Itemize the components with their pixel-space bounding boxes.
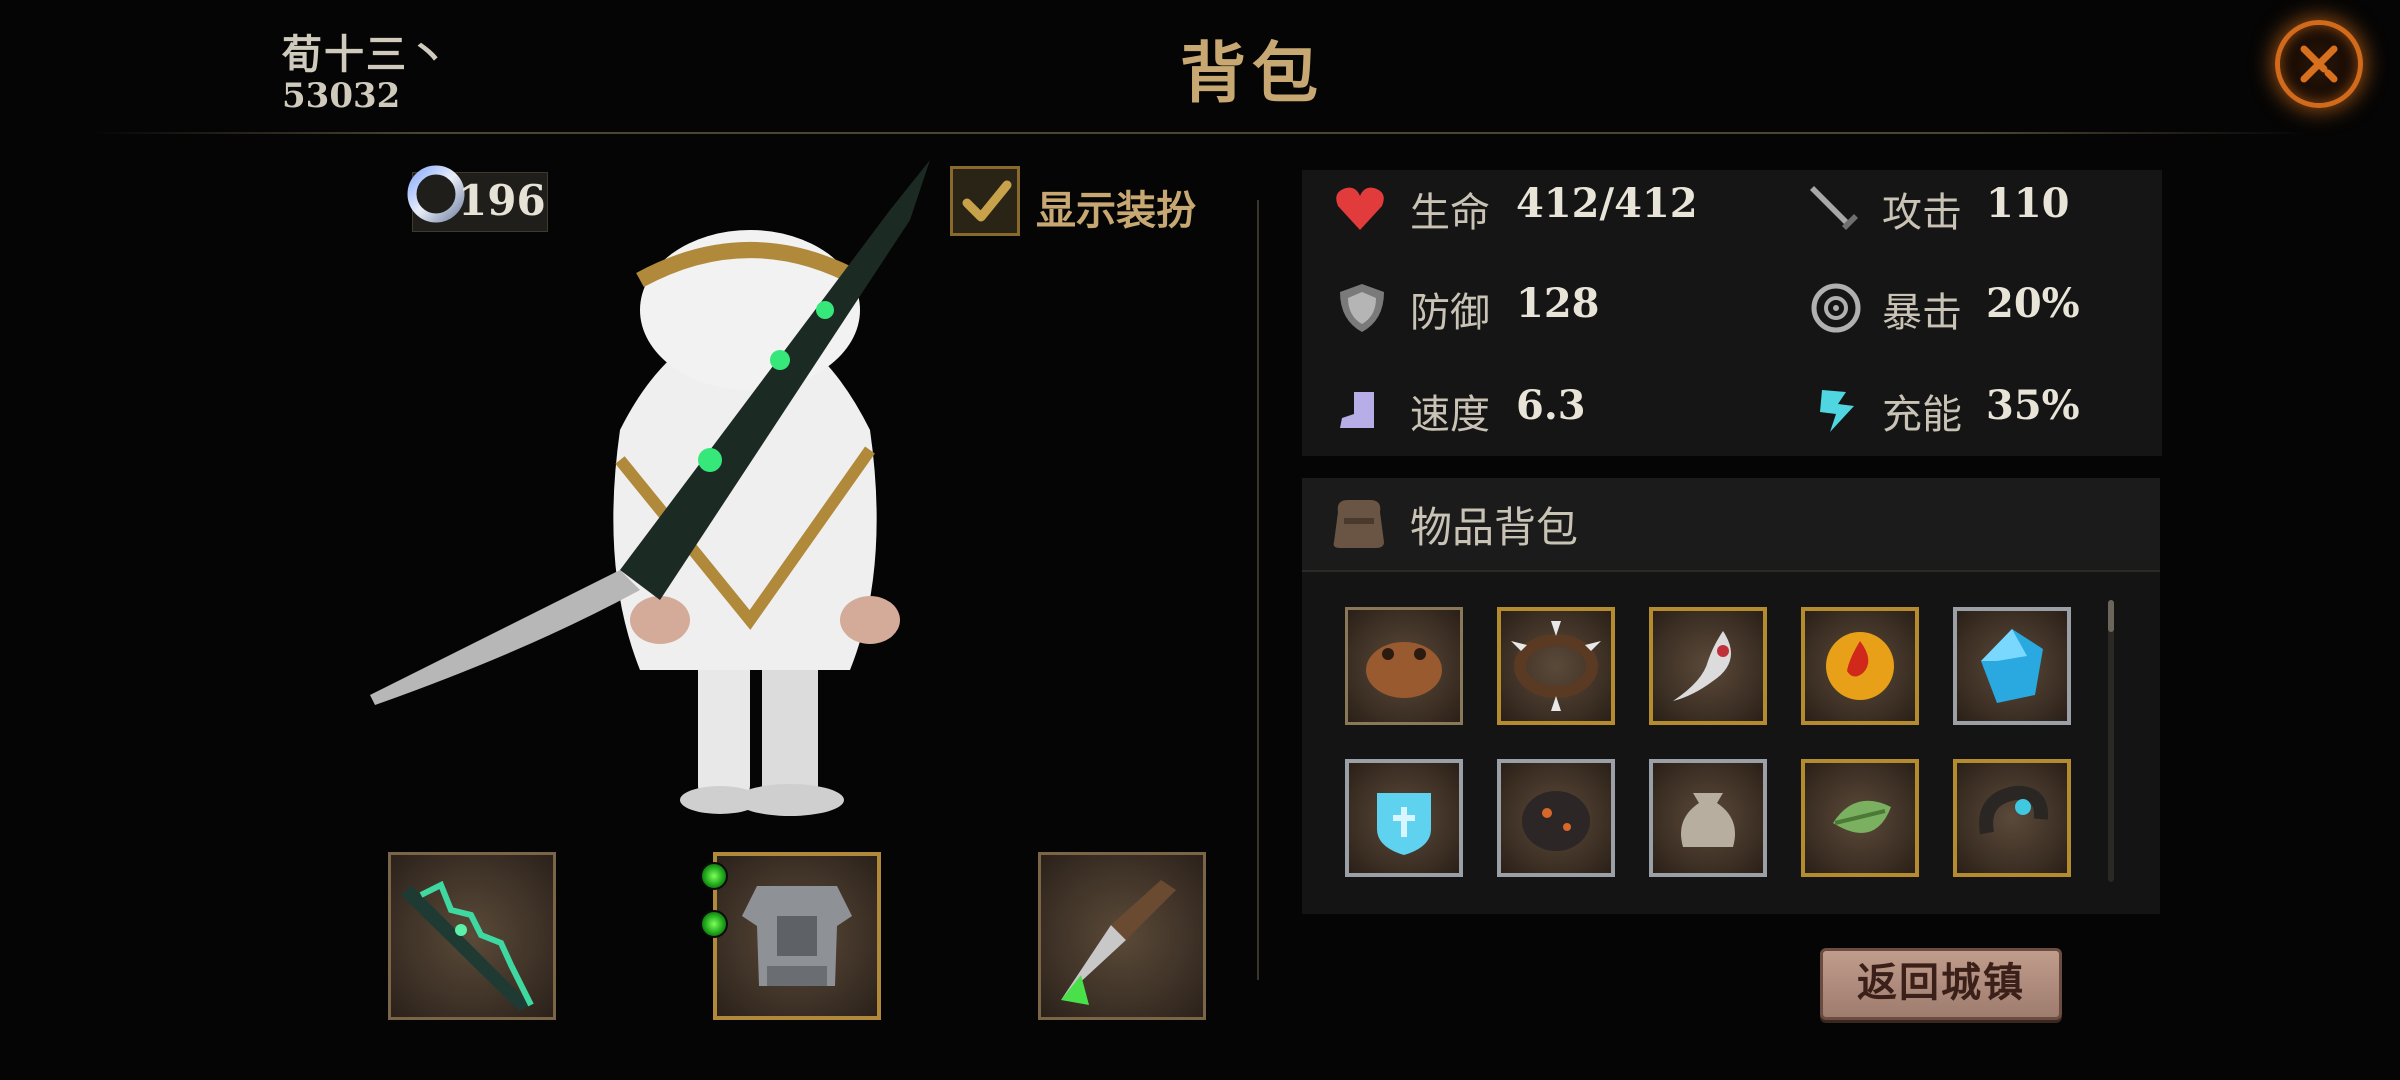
- stat-value-attack: 110: [1986, 180, 2070, 227]
- bag-icon: [1333, 500, 1384, 548]
- inventory-scrollbar[interactable]: [2108, 600, 2114, 882]
- equip-slot-armor[interactable]: [713, 852, 881, 1020]
- inventory-item[interactable]: [1497, 759, 1615, 877]
- inventory-item[interactable]: [1953, 759, 2071, 877]
- stat-value-speed: 6.3: [1516, 382, 1586, 429]
- boot-icon: [1340, 392, 1374, 428]
- gem-socket: [700, 910, 728, 938]
- claw-pendant-icon: [1673, 631, 1731, 701]
- lava-rock-icon: [1522, 791, 1590, 851]
- horn-ring-icon: [1979, 785, 2049, 835]
- inventory-item[interactable]: [1953, 607, 2071, 725]
- return-button-label: 返回城镇: [1857, 959, 2025, 1006]
- stat-value-energy: 35%: [1986, 382, 2080, 429]
- stat-label-crit: 暴击: [1882, 290, 1962, 336]
- spiked-collar-icon: [1511, 621, 1601, 711]
- close-icon: [2300, 45, 2338, 83]
- heart-icon: [1336, 187, 1384, 230]
- energy-icon: [1820, 390, 1854, 432]
- toad-icon: [1366, 642, 1442, 698]
- dagger-icon: [1061, 880, 1176, 1005]
- stat-label-attack: 攻击: [1882, 190, 1962, 236]
- stat-value-defense: 128: [1516, 280, 1600, 327]
- player-name: 荀十三丶: [282, 31, 450, 78]
- inventory-item[interactable]: [1345, 759, 1463, 877]
- inventory-item[interactable]: [1345, 607, 1463, 725]
- sword-icon: [1810, 186, 1858, 230]
- player-id: 53032: [282, 76, 401, 116]
- blue-gem-icon: [1981, 629, 2043, 703]
- jade-sword-icon: [401, 880, 534, 1011]
- leaf-amulet-icon: [1833, 800, 1891, 833]
- ice-crest-icon: [1377, 793, 1431, 855]
- equip-slot-offhand[interactable]: [1038, 852, 1206, 1020]
- fire-coin-icon: [1826, 632, 1894, 700]
- pouch-icon: [1681, 793, 1735, 847]
- stat-value-crit: 20%: [1986, 280, 2080, 327]
- shield-icon: [1340, 284, 1384, 332]
- armor-icon: [742, 886, 852, 986]
- stat-label-speed: 速度: [1410, 392, 1490, 438]
- stat-value-hp: 412/412: [1516, 180, 1698, 227]
- stat-label-energy: 充能: [1882, 392, 1962, 438]
- header-divider: [90, 132, 2310, 134]
- inventory-item[interactable]: [1801, 759, 1919, 877]
- inventory-item[interactable]: [1649, 607, 1767, 725]
- stat-label-defense: 防御: [1410, 290, 1490, 336]
- page-title: 背包: [1180, 34, 1324, 112]
- crit-icon: [1811, 283, 1861, 333]
- show-outfit-label[interactable]: 显示装扮: [1036, 178, 1196, 236]
- scrollbar-thumb[interactable]: [2108, 600, 2114, 632]
- return-to-town-button[interactable]: 返回城镇: [1820, 948, 2062, 1020]
- character-model: [370, 160, 930, 816]
- stat-label-hp: 生命: [1410, 190, 1490, 236]
- equip-slot-weapon[interactable]: [388, 852, 556, 1020]
- inventory-item[interactable]: [1497, 607, 1615, 725]
- vertical-divider: [1257, 200, 1259, 980]
- inventory-item[interactable]: [1649, 759, 1767, 877]
- gem-socket: [700, 862, 728, 890]
- inventory-item[interactable]: [1801, 607, 1919, 725]
- close-button[interactable]: [2275, 20, 2363, 108]
- inventory-title: 物品背包: [1410, 503, 1579, 552]
